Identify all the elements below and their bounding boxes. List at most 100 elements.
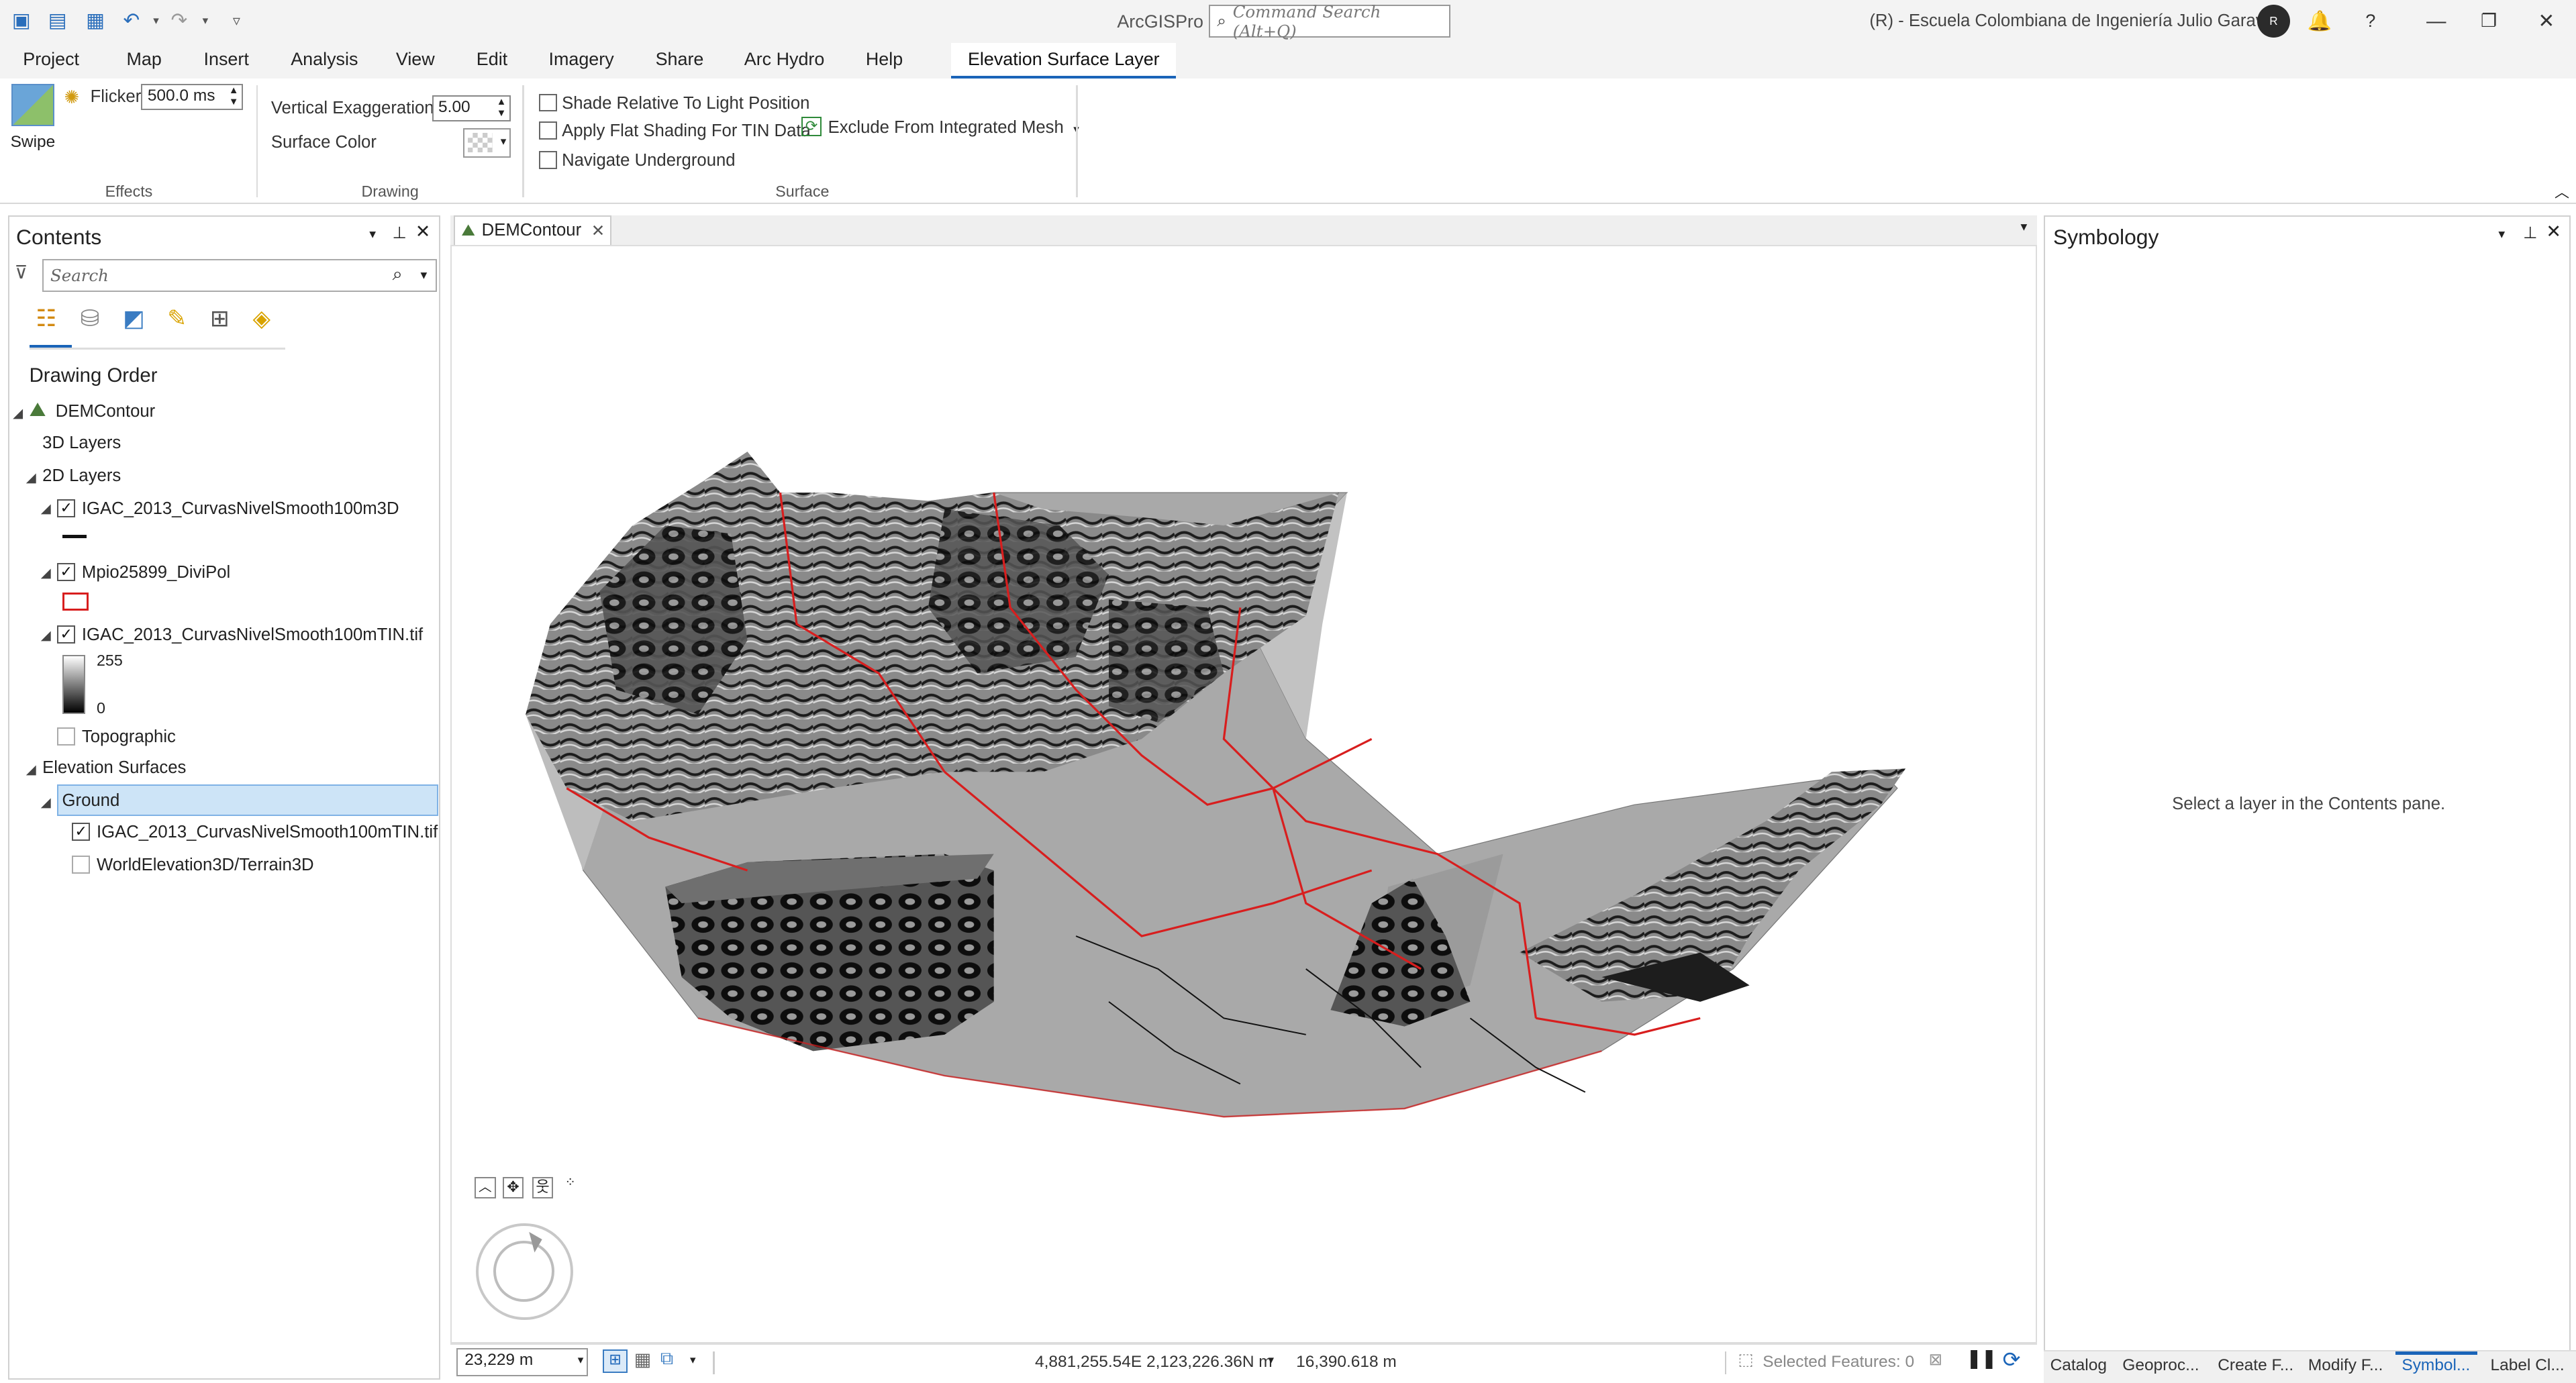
refresh-icon[interactable]: ⟳ [2003,1347,2021,1372]
filter-icon[interactable]: ⊽ [15,262,28,283]
tree-layer-topographic[interactable]: Topographic [82,727,176,747]
expand-triangle-icon[interactable]: ◢ [41,501,51,517]
tab-geoprocessing[interactable]: Geoproc... [2122,1356,2199,1375]
close-pane-icon[interactable]: ✕ [415,221,431,242]
swipe-button[interactable]: Swipe [8,83,57,153]
expand-triangle-icon[interactable]: ◢ [26,470,36,486]
flicker-input[interactable]: 500.0 ms ▲ ▼ [141,83,244,110]
navigator-compass[interactable]: ◥ [476,1223,573,1321]
tab-view[interactable]: View [396,49,435,70]
zoom-extent-icon[interactable]: ⊞ [603,1349,628,1373]
first-person-icon[interactable]: 웃 [532,1177,554,1199]
tab-elevation-surface-layer[interactable]: Elevation Surface Layer [951,42,1177,79]
project-icon[interactable]: ▣ [10,9,33,32]
close-pane-icon[interactable]: ✕ [2546,221,2561,242]
surface-color-picker[interactable]: ▾ [463,127,511,158]
redo-icon[interactable]: ↷ [168,9,191,32]
data-source-icon[interactable]: ⛁ [80,305,99,332]
open-folder-icon[interactable]: ▤ [46,9,69,32]
pin-icon[interactable]: ⊥ [2523,223,2537,243]
editing-icon[interactable]: ✎ [167,305,187,332]
expand-triangle-icon[interactable]: ◢ [26,762,36,778]
selected-features-count[interactable]: Selected Features: 0 [1763,1353,1914,1372]
tab-project[interactable]: Project [23,49,79,70]
tab-map[interactable]: Map [126,49,161,70]
tree-elevation-surfaces[interactable]: Elevation Surfaces [42,758,186,778]
navigate-underground-checkbox[interactable] [538,151,557,170]
tree-surface-world-elevation[interactable]: WorldElevation3D/Terrain3D [97,856,314,875]
map-scene-view[interactable]: ︿ ✥ 웃 ⁘ ◥ [450,244,2038,1344]
tree-map-demcontour[interactable]: DEMContour [56,402,155,421]
expand-triangle-icon[interactable]: ◢ [41,565,51,581]
pane-options-icon[interactable]: ▾ [369,226,376,242]
notification-bell-icon[interactable]: 🔔 [2306,8,2332,34]
tab-create-features[interactable]: Create F... [2218,1356,2293,1375]
heading-dots-icon[interactable]: ⁘ [565,1174,576,1190]
clear-selection-icon[interactable]: ⊠ [1928,1349,1942,1370]
chevron-down-icon[interactable]: ▾ [1269,1353,1275,1367]
minimize-icon[interactable]: — [2423,8,2449,34]
pane-options-icon[interactable]: ▾ [2498,226,2505,242]
pause-drawing-icon[interactable]: ❚❚ [1967,1348,1997,1369]
surface-visibility-checkbox[interactable] [72,855,91,874]
customize-toolbar-icon[interactable]: ▿ [225,10,248,32]
layout-options-icon[interactable]: ⧉ [660,1348,673,1370]
chevron-down-icon[interactable]: ▾ [690,1353,696,1367]
layer-visibility-checkbox[interactable]: ✓ [57,563,76,581]
expand-triangle-icon[interactable]: ◢ [41,795,51,811]
exclude-mesh-dropdown[interactable]: Exclude From Integrated Mesh ▾ [828,118,1079,138]
expand-triangle-icon[interactable]: ◢ [13,405,23,421]
tab-arc-hydro[interactable]: Arc Hydro [744,49,825,70]
redo-dropdown-icon[interactable]: ▾ [194,10,217,32]
restore-icon[interactable]: ❐ [2476,8,2502,34]
grid-icon[interactable]: ▦ [634,1349,651,1370]
selection-icon[interactable]: ◩ [123,305,144,332]
avatar[interactable]: R [2257,5,2290,38]
spinner-icon[interactable]: ▲ ▼ [229,85,239,108]
surface-visibility-checkbox[interactable]: ✓ [72,822,91,841]
labeling-icon[interactable]: ◈ [252,305,270,332]
tree-2d-layers[interactable]: 2D Layers [42,466,121,486]
tab-help[interactable]: Help [866,49,903,70]
scale-input[interactable]: 23,229 m ▾ [456,1348,589,1376]
undo-dropdown-icon[interactable]: ▾ [144,10,167,32]
layer-visibility-checkbox[interactable] [57,727,76,746]
pin-icon[interactable]: ⊥ [393,223,407,243]
chevron-down-icon[interactable]: ▾ [421,267,428,283]
spinner-icon[interactable]: ▲ ▼ [497,97,507,119]
undo-icon[interactable]: ↶ [120,9,143,32]
contents-search-input[interactable]: Search ⌕ ▾ [42,259,437,293]
command-search-input[interactable]: ⌕ Command Search (Alt+Q) [1209,2,1451,41]
layer-visibility-checkbox[interactable]: ✓ [57,625,76,644]
layer-visibility-checkbox[interactable]: ✓ [57,499,76,517]
tree-layer-contours-3d[interactable]: IGAC_2013_CurvasNivelSmooth100m3D [82,499,399,519]
collapse-navigator-icon[interactable]: ︿ [474,1177,496,1199]
flat-shading-checkbox[interactable] [538,121,557,140]
tab-analysis[interactable]: Analysis [291,49,358,70]
tab-modify-features[interactable]: Modify F... [2308,1356,2383,1375]
tab-share[interactable]: Share [656,49,704,70]
close-icon[interactable]: ✕ [2533,8,2559,34]
close-tab-icon[interactable]: ✕ [591,221,605,241]
drawing-order-icon[interactable]: ☷ [36,305,56,332]
collapse-ribbon-icon[interactable]: ︿ [2555,181,2569,202]
tree-layer-tin-raster[interactable]: IGAC_2013_CurvasNivelSmooth100mTIN.tif [82,625,423,645]
tab-insert[interactable]: Insert [204,49,249,70]
tab-label-classes[interactable]: Label Cl... [2491,1356,2565,1375]
tab-catalog[interactable]: Catalog [2050,1356,2107,1375]
help-icon[interactable]: ? [2357,8,2383,34]
tree-layer-divipol[interactable]: Mpio25899_DiviPol [82,563,230,582]
expand-triangle-icon[interactable]: ◢ [41,627,51,644]
shade-relative-checkbox[interactable] [538,93,557,112]
tab-imagery[interactable]: Imagery [548,49,613,70]
save-icon[interactable]: ▦ [84,9,107,32]
full-control-icon[interactable]: ✥ [502,1177,524,1199]
map-tab-demcontour[interactable]: ⛰ DEMContour ✕ [453,215,611,245]
snapping-icon[interactable]: ⊞ [210,305,230,332]
tree-3d-layers[interactable]: 3D Layers [42,433,121,453]
tab-symbology[interactable]: Symbol... [2401,1356,2470,1375]
tab-edit[interactable]: Edit [477,49,507,70]
vertical-exaggeration-input[interactable]: 5.00 ▲ ▼ [432,95,511,122]
tree-surface-tin[interactable]: IGAC_2013_CurvasNivelSmooth100mTIN.tif [97,823,438,842]
tab-list-chevron-icon[interactable]: ▾ [2021,219,2028,235]
